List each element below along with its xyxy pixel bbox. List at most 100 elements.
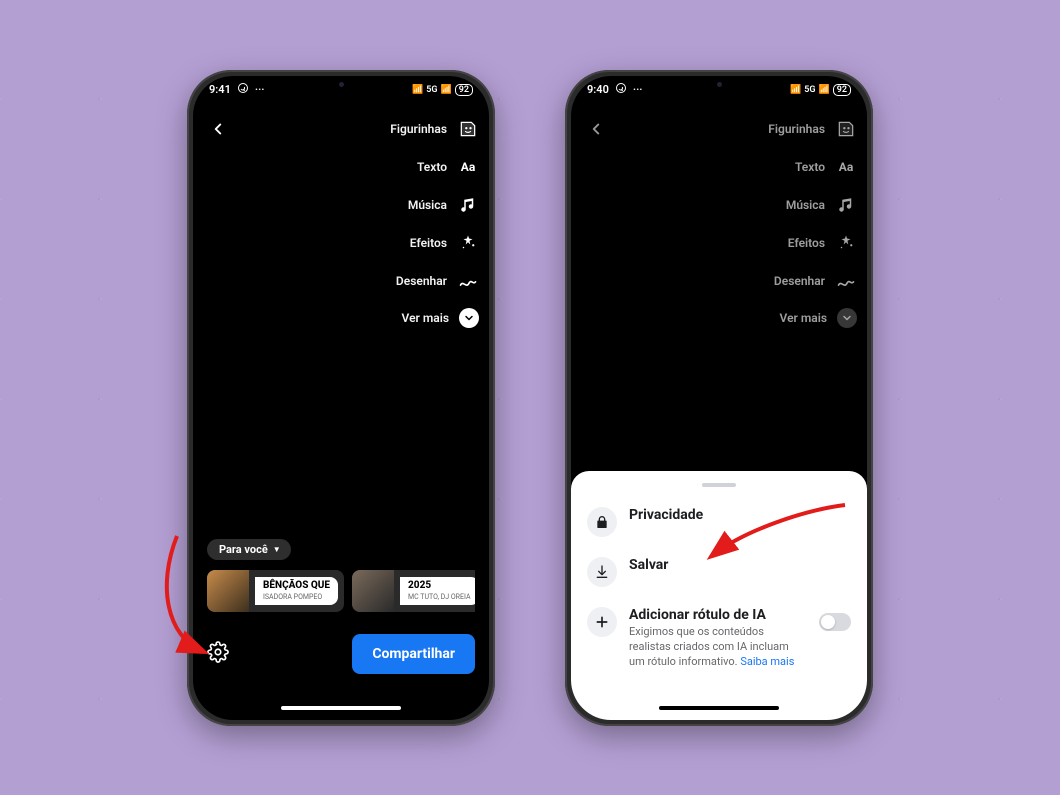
status-time: 9:41	[209, 83, 231, 96]
tool-music-label: Música	[408, 198, 447, 212]
sheet-save-row[interactable]: Salvar	[585, 547, 853, 597]
chevron-down-icon	[837, 308, 857, 328]
tool-effects-label: Efeitos	[788, 236, 825, 250]
tool-draw[interactable]: Desenhar	[396, 270, 479, 292]
tool-more[interactable]: Ver mais	[780, 308, 857, 328]
music-card-title: 2025	[408, 581, 470, 591]
story-editor: Figurinhas Texto Aa Música	[193, 104, 489, 720]
more-dots-icon: ···	[255, 83, 265, 96]
whatsapp-icon	[615, 82, 627, 97]
tool-effects-label: Efeitos	[410, 236, 447, 250]
status-bar: 9:41 ··· 📶 5G 📶 92	[193, 76, 489, 104]
sheet-ai-label-title: Adicionar rótulo de IA	[629, 607, 807, 623]
sheet-grabber[interactable]	[702, 483, 736, 487]
music-icon	[835, 194, 857, 216]
phone-left: 9:41 ··· 📶 5G 📶 92	[187, 70, 495, 726]
caret-down-icon: ▼	[273, 545, 281, 554]
whatsapp-icon	[237, 82, 249, 97]
tool-text-label: Texto	[795, 160, 825, 174]
music-card-title: BÊNÇÃOS QUE	[263, 581, 330, 591]
tool-stickers[interactable]: Figurinhas	[768, 118, 857, 140]
battery-indicator: 92	[455, 84, 473, 96]
front-camera-notch	[691, 80, 747, 90]
music-thumb-icon	[207, 570, 249, 612]
tool-draw-label: Desenhar	[396, 274, 447, 288]
network-label: 5G	[804, 85, 815, 95]
home-indicator[interactable]	[659, 706, 779, 710]
share-button[interactable]: Compartilhar	[352, 634, 475, 674]
tool-text[interactable]: Texto Aa	[795, 156, 857, 178]
more-dots-icon: ···	[633, 83, 643, 96]
tool-draw-label: Desenhar	[774, 274, 825, 288]
sheet-save-label: Salvar	[629, 557, 851, 573]
sheet-ai-label-row[interactable]: Adicionar rótulo de IA Exigimos que os c…	[585, 597, 853, 680]
back-button[interactable]	[207, 118, 229, 144]
phone-right-screen: 9:40 ··· 📶 5G 📶 92	[571, 76, 867, 720]
story-editor: Figurinhas Texto Aa Música	[571, 104, 867, 720]
settings-button[interactable]	[207, 641, 229, 667]
sheet-ai-label-desc: Exigimos que os conteúdos realistas cria…	[629, 625, 807, 670]
status-right: 📶 5G 📶 92	[790, 84, 851, 96]
phone-left-screen: 9:41 ··· 📶 5G 📶 92	[193, 76, 489, 720]
music-card-0[interactable]: BÊNÇÃOS QUE ISADORA POMPEO	[207, 570, 344, 612]
draw-icon	[835, 270, 857, 292]
music-card-artist: MC TUTO, DJ OREIA	[408, 593, 470, 601]
signal-icon: 📶	[412, 85, 423, 95]
stickers-icon	[835, 118, 857, 140]
status-time: 9:40	[587, 83, 609, 96]
wifi-icon: 📶	[440, 85, 451, 95]
effects-icon	[835, 232, 857, 254]
ai-label-toggle[interactable]	[819, 613, 851, 631]
sheet-privacy-row[interactable]: Privacidade	[585, 497, 853, 547]
tool-list: Figurinhas Texto Aa Música	[390, 118, 479, 328]
music-thumb-icon	[352, 570, 394, 612]
tool-music-label: Música	[786, 198, 825, 212]
status-left: 9:41 ···	[209, 82, 265, 97]
settings-bottom-sheet: Privacidade Salvar	[571, 471, 867, 720]
phone-right: 9:40 ··· 📶 5G 📶 92	[565, 70, 873, 726]
tool-more-label: Ver mais	[780, 311, 827, 325]
chevron-down-icon	[459, 308, 479, 328]
stickers-icon	[457, 118, 479, 140]
tool-text[interactable]: Texto Aa	[417, 156, 479, 178]
status-right: 📶 5G 📶 92	[412, 84, 473, 96]
tool-draw[interactable]: Desenhar	[774, 270, 857, 292]
tool-stickers-label: Figurinhas	[390, 122, 447, 136]
front-camera-notch	[313, 80, 369, 90]
bottom-action-row: Compartilhar	[207, 634, 475, 674]
tool-text-label: Texto	[417, 160, 447, 174]
tool-effects[interactable]: Efeitos	[410, 232, 479, 254]
music-suggestion-strip[interactable]: BÊNÇÃOS QUE ISADORA POMPEO 2025 MC TUTO,…	[207, 570, 475, 612]
effects-icon	[457, 232, 479, 254]
network-label: 5G	[426, 85, 437, 95]
text-icon: Aa	[457, 156, 479, 178]
music-card-meta: BÊNÇÃOS QUE ISADORA POMPEO	[255, 577, 338, 605]
tool-music[interactable]: Música	[408, 194, 479, 216]
back-button[interactable]	[585, 118, 607, 144]
music-card-1[interactable]: 2025 MC TUTO, DJ OREIA	[352, 570, 475, 612]
learn-more-link[interactable]: Saiba mais	[740, 655, 794, 668]
music-icon	[457, 194, 479, 216]
sheet-privacy-label: Privacidade	[629, 507, 851, 523]
share-button-label: Compartilhar	[372, 646, 455, 662]
tool-stickers[interactable]: Figurinhas	[390, 118, 479, 140]
music-card-artist: ISADORA POMPEO	[263, 593, 330, 601]
home-indicator[interactable]	[281, 706, 401, 710]
signal-icon: 📶	[790, 85, 801, 95]
tool-music[interactable]: Música	[786, 194, 857, 216]
status-bar: 9:40 ··· 📶 5G 📶 92	[571, 76, 867, 104]
battery-indicator: 92	[833, 84, 851, 96]
status-left: 9:40 ···	[587, 82, 643, 97]
tool-stickers-label: Figurinhas	[768, 122, 825, 136]
music-card-meta: 2025 MC TUTO, DJ OREIA	[400, 577, 475, 605]
audience-chip-label: Para você	[219, 543, 268, 556]
tool-effects[interactable]: Efeitos	[788, 232, 857, 254]
audience-chip[interactable]: Para você ▼	[207, 539, 291, 560]
draw-icon	[457, 270, 479, 292]
tool-list: Figurinhas Texto Aa Música	[768, 118, 857, 328]
wifi-icon: 📶	[818, 85, 829, 95]
stage: 9:41 ··· 📶 5G 📶 92	[0, 0, 1060, 795]
tool-more-label: Ver mais	[402, 311, 449, 325]
text-icon: Aa	[835, 156, 857, 178]
tool-more[interactable]: Ver mais	[402, 308, 479, 328]
